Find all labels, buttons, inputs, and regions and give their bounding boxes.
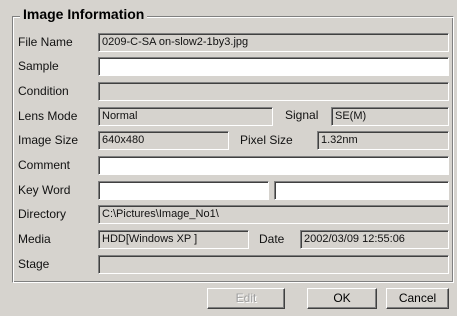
comment-label: Comment	[18, 158, 71, 172]
stage-field	[98, 255, 449, 274]
ok-button[interactable]: OK	[307, 288, 377, 309]
condition-field	[98, 82, 449, 101]
directory-label: Directory	[18, 207, 67, 221]
edit-button[interactable]: Edit	[207, 288, 285, 309]
key-word-input-2[interactable]	[274, 181, 449, 200]
pixel-size-field: 1.32nm	[317, 131, 449, 150]
lens-mode-field: Normal	[98, 107, 273, 126]
comment-input[interactable]	[98, 156, 449, 175]
signal-label: Signal	[285, 108, 319, 122]
sample-input[interactable]	[98, 57, 449, 76]
condition-label: Condition	[18, 84, 69, 98]
image-size-field: 640x480	[98, 131, 229, 150]
image-information-panel: Image Information File Name 0209-C-SA on…	[0, 0, 457, 316]
pixel-size-label: Pixel Size	[240, 133, 293, 147]
directory-field: C:\Pictures\Image_No1\	[98, 205, 449, 224]
lens-mode-label: Lens Mode	[18, 109, 78, 123]
media-field: HDD[Windows XP ]	[98, 230, 249, 249]
stage-label: Stage	[18, 257, 50, 271]
signal-field: SE(M)	[331, 107, 449, 126]
key-word-input-1[interactable]	[98, 181, 269, 200]
key-word-label: Key Word	[18, 183, 71, 197]
image-size-label: Image Size	[18, 133, 79, 147]
sample-label: Sample	[18, 59, 59, 73]
media-label: Media	[18, 232, 51, 246]
date-label: Date	[259, 232, 285, 246]
group-title: Image Information	[20, 5, 148, 23]
file-name-label: File Name	[18, 35, 73, 49]
file-name-field: 0209-C-SA on-slow2-1by3.jpg	[98, 33, 449, 52]
cancel-button[interactable]: Cancel	[386, 288, 449, 309]
date-field: 2002/03/09 12:55:06	[300, 230, 449, 249]
